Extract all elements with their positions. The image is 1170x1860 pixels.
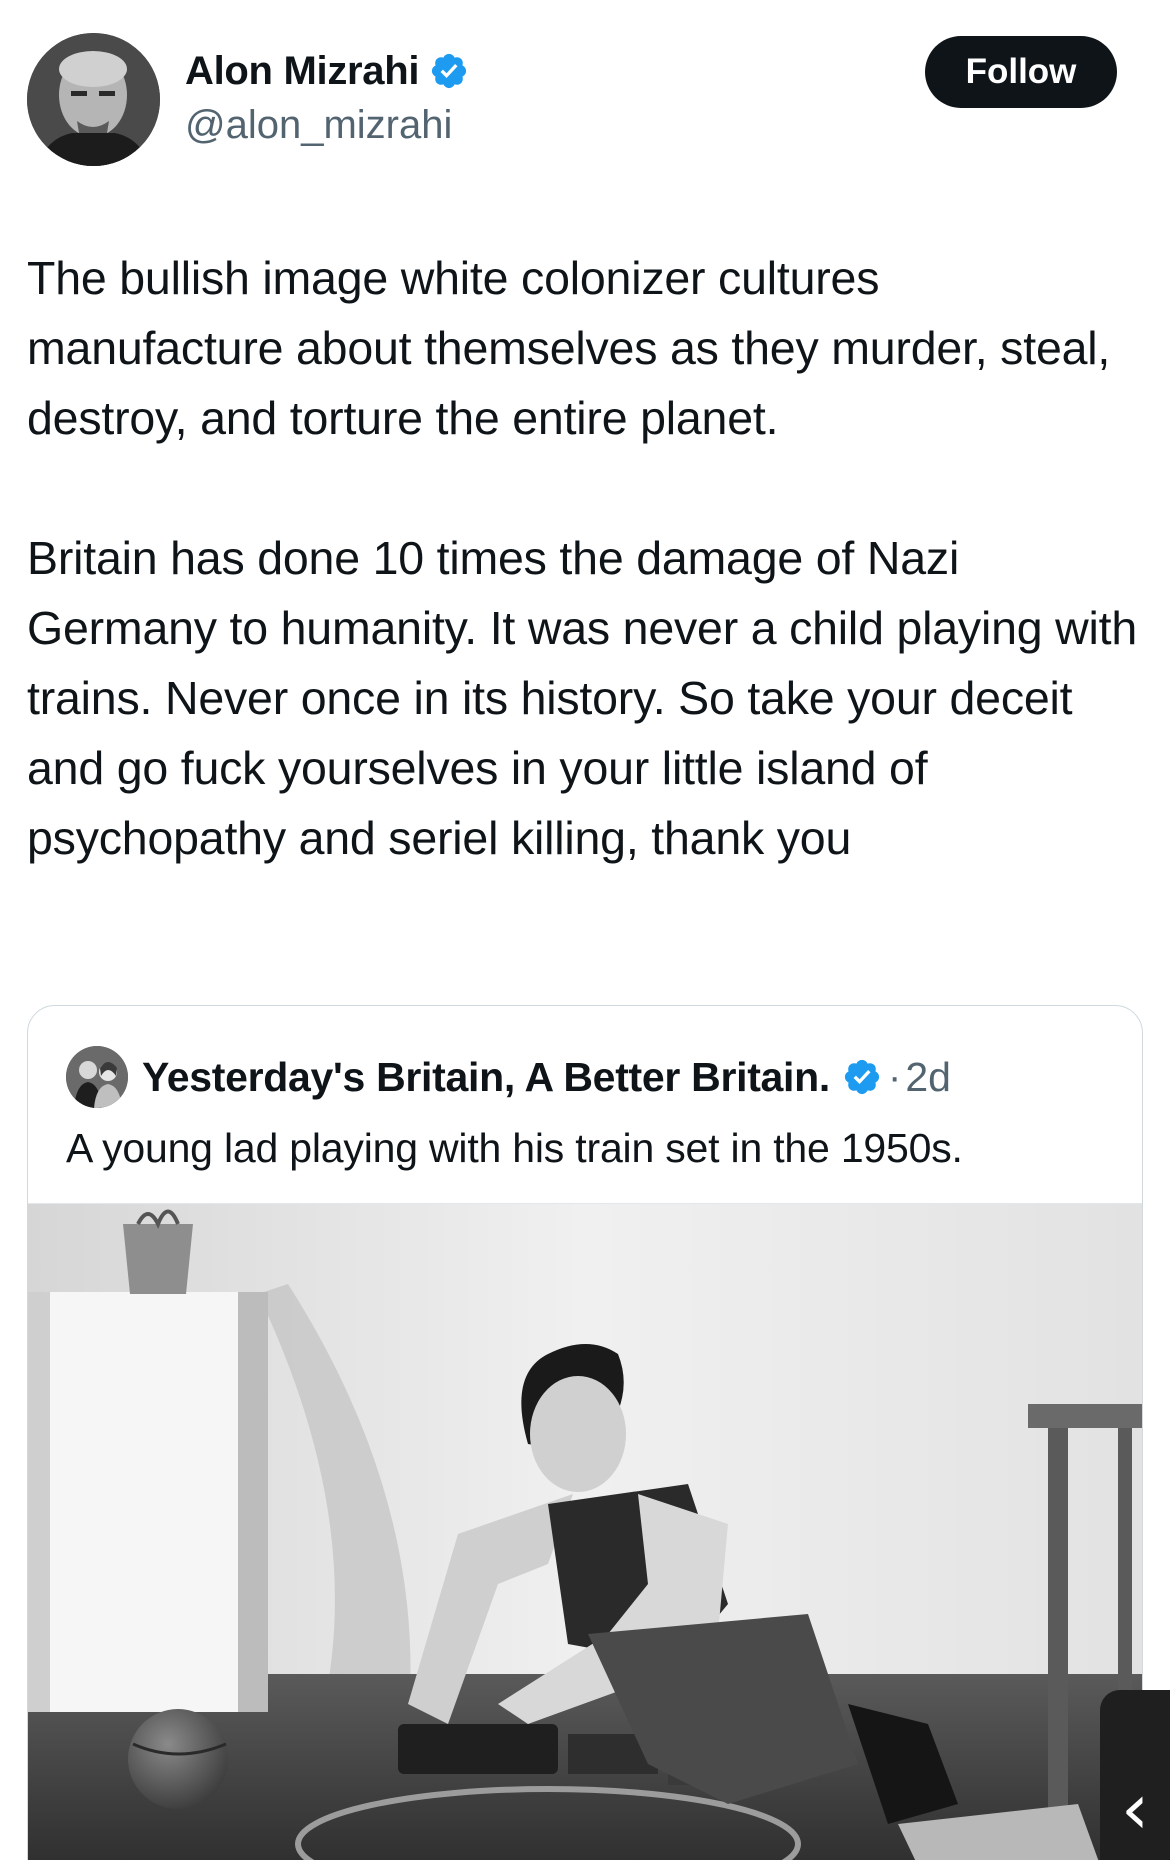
quoted-author-name[interactable]: Yesterday's Britain, A Better Britain. xyxy=(142,1054,830,1101)
quoted-tweet-text: A young lad playing with his train set i… xyxy=(66,1125,963,1171)
verified-badge-icon xyxy=(844,1059,880,1095)
quoted-tweet-timestamp[interactable]: 2d xyxy=(905,1054,951,1101)
author-display-name[interactable]: Alon Mizrahi xyxy=(185,49,419,94)
quoted-tweet-header: Yesterday's Britain, A Better Britain. ·… xyxy=(66,1046,951,1108)
quoted-tweet-media[interactable] xyxy=(28,1203,1142,1860)
verified-badge-icon xyxy=(432,53,467,89)
quoted-author-avatar[interactable] xyxy=(66,1046,128,1108)
tweet-body: The bullish image white colonizer cultur… xyxy=(27,243,1137,873)
couple-photo-avatar-icon xyxy=(66,1046,128,1108)
side-scroll-tab[interactable]: ‹ xyxy=(1100,1690,1170,1860)
boy-with-train-set-photo-icon xyxy=(28,1204,1142,1860)
meta-separator: · xyxy=(887,1054,902,1099)
quoted-tweet-card[interactable]: Yesterday's Britain, A Better Britain. ·… xyxy=(27,1005,1143,1860)
author-name-row: Alon Mizrahi xyxy=(185,47,469,95)
follow-button[interactable]: Follow xyxy=(925,36,1117,108)
tweet-header: Alon Mizrahi @alon_mizrahi Follow xyxy=(27,33,1117,168)
author-avatar[interactable] xyxy=(27,33,160,166)
tweet-paragraph-1: The bullish image white colonizer cultur… xyxy=(27,252,1123,444)
author-handle[interactable]: @alon_mizrahi xyxy=(185,103,452,148)
tweet-paragraph-2: Britain has done 10 times the damage of … xyxy=(27,532,1150,864)
user-avatar-icon xyxy=(27,33,160,166)
